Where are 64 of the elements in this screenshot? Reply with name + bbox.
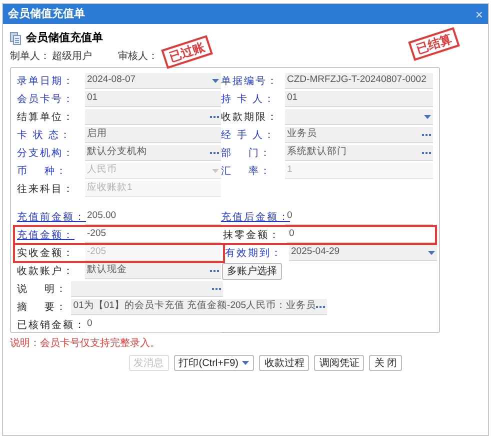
input-field: 人民币 — [85, 163, 221, 179]
action-button[interactable]: 打印(Ctrl+F9) — [174, 355, 254, 371]
dropdown-arrow-icon[interactable] — [212, 78, 219, 82]
field-label: 已核销金额： — [17, 318, 81, 332]
input-field[interactable] — [85, 109, 221, 125]
field-label: 分支机构： — [17, 146, 76, 160]
input-field: 1 — [285, 163, 433, 179]
window-title: 会员储值充值单 — [8, 6, 85, 22]
document-icon — [10, 32, 21, 44]
input-field[interactable] — [285, 109, 433, 125]
maker-name: 超级用户 — [52, 50, 93, 64]
input-field: 应收账款1 — [85, 181, 221, 197]
action-button[interactable]: 调阅凭证 — [314, 355, 364, 371]
field-label: 持 卡 人： — [221, 92, 277, 106]
action-button[interactable]: 关 闭 — [369, 355, 402, 371]
input-field[interactable]: 2025-04-29 — [289, 245, 437, 261]
input-field[interactable]: 0 — [285, 209, 433, 225]
input-field[interactable]: 默认分支机构 — [85, 145, 221, 161]
hint-text: 说明：会员卡号仅支持完整录入。 — [9, 336, 161, 351]
field-label: 收款账户： — [17, 264, 76, 278]
field-label: 摘 要： — [17, 300, 68, 314]
input-field[interactable]: 0 — [287, 227, 435, 243]
caret-icon[interactable] — [242, 361, 250, 365]
input-field[interactable] — [71, 281, 223, 297]
stamp: 已过账 — [161, 35, 213, 69]
form-title: 会员储值充值单 — [26, 30, 103, 46]
input-field[interactable]: 01为【01】的会员卡充值 充值金额-205人民币：业务员 — [71, 299, 328, 315]
input-field[interactable]: 默认现金 — [85, 263, 221, 279]
maker-label: 制单人： — [10, 50, 51, 64]
input-field: -205 — [85, 245, 221, 261]
field-label: 单据编号： — [221, 74, 280, 88]
input-field[interactable]: 01 — [85, 91, 221, 107]
field-label: 部 门： — [221, 146, 272, 160]
action-button[interactable]: 收款过程 — [259, 355, 310, 371]
input-field[interactable]: 01 — [285, 91, 433, 107]
input-field[interactable]: 业务员 — [285, 127, 433, 143]
multi-account-button[interactable]: 多账户选择 — [222, 262, 282, 280]
action-button: 发消息 — [128, 355, 169, 371]
field-label: 往来科目： — [17, 182, 76, 196]
auditor-label: 审核人： — [118, 50, 158, 64]
field-label: 充值前金额： — [17, 210, 81, 224]
field-label: 说 明： — [17, 282, 68, 296]
field-label: 结算单位： — [17, 110, 76, 124]
field-label: 会员卡号： — [17, 92, 76, 106]
input-field[interactable]: 0 — [85, 317, 221, 333]
field-label: 抹零金额： — [223, 228, 282, 242]
field-label: 经 手 人： — [221, 128, 277, 142]
stamp: 已结算 — [408, 27, 460, 61]
dropdown-arrow-icon[interactable] — [424, 114, 431, 118]
field-label: 卡 状 态： — [17, 128, 73, 142]
field-label: 有效期到： — [225, 246, 284, 260]
input-field[interactable]: 启用 — [85, 127, 221, 143]
input-field[interactable]: -205 — [85, 227, 221, 243]
field-label: 汇 率： — [221, 164, 272, 178]
field-label: 录单日期： — [17, 74, 76, 88]
input-field[interactable]: 系统默认部门 — [285, 145, 433, 161]
field-label: 实收金额： — [17, 246, 76, 260]
field-label: 收款期限： — [221, 110, 280, 124]
field-label: 币 种： — [17, 164, 68, 178]
input-field[interactable]: 205.00 — [85, 209, 221, 225]
input-field[interactable]: 2024-08-07 — [85, 73, 221, 89]
field-label: 充值金额： — [17, 228, 76, 242]
dropdown-arrow-icon[interactable] — [428, 250, 435, 254]
input-field[interactable]: CZD-MRFZJG-T-20240807-0002 — [285, 73, 433, 89]
